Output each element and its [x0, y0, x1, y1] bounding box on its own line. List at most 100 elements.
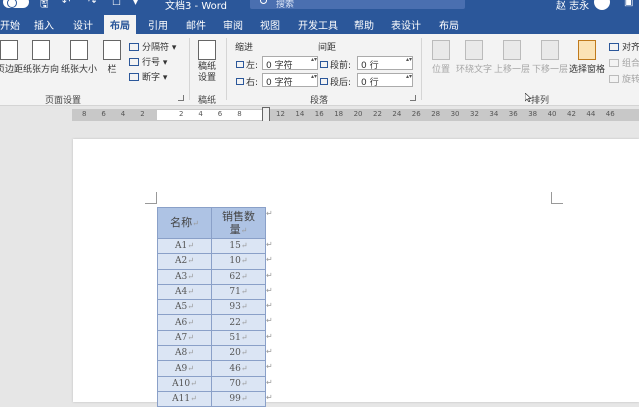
table-row: A9↵ 46↵: [157, 360, 266, 377]
name-cell[interactable]: A7↵: [157, 329, 212, 347]
page-corner-mark: [145, 192, 157, 204]
position-icon: [432, 40, 450, 60]
mouse-cursor-icon: [525, 93, 532, 102]
line-numbers-icon: [129, 58, 139, 66]
end-of-row-mark: ↵: [266, 332, 273, 341]
tab-2[interactable]: 设计: [73, 17, 93, 32]
ruler-tick-label: 6: [101, 110, 106, 118]
align-icon: [609, 43, 619, 51]
hyphenation-button[interactable]: 断字 ▾: [129, 70, 167, 83]
customize-qat-icon[interactable]: ▾: [133, 0, 138, 8]
draft-group-label: 稿纸: [198, 96, 217, 106]
horizontal-ruler[interactable]: 8 6 4 2 2 4 6 8 12 14 16 18 20 22 24 26 28 30 32 34 36 38 40 42…: [72, 107, 639, 123]
spacing-before-label: 段前:: [320, 58, 351, 71]
ruler-tick-label: 14: [295, 110, 305, 118]
page-setup-launcher-icon[interactable]: [178, 95, 184, 101]
send-backward-icon: [541, 40, 559, 60]
name-cell[interactable]: A3↵: [157, 268, 212, 285]
touch-mode-icon[interactable]: ☐: [112, 0, 121, 8]
tab-5[interactable]: 邮件: [186, 17, 206, 32]
ruler-tick-label: 34: [489, 110, 499, 118]
bring-forward-button[interactable]: 上移一层: [494, 40, 530, 75]
ruler-tick-label: 20: [353, 110, 363, 118]
wrap-text-button[interactable]: 环绕文字: [456, 40, 492, 75]
name-cell[interactable]: A8↵: [157, 345, 212, 362]
table-header-cell[interactable]: 销售数 量↵: [211, 207, 266, 239]
page-corner-mark: [551, 192, 563, 204]
columns-button[interactable]: 栏: [102, 40, 122, 75]
indent-left-icon: [236, 61, 244, 68]
name-cell[interactable]: A2↵: [157, 253, 212, 270]
ribbon-display-icon[interactable]: ▣: [624, 0, 633, 8]
quantity-cell[interactable]: 20↵: [211, 345, 266, 362]
redo-icon[interactable]: ↷: [88, 0, 96, 8]
ruler-text-area: [157, 110, 267, 120]
name-cell[interactable]: A9↵: [157, 360, 212, 377]
name-cell[interactable]: A6↵: [157, 314, 212, 331]
spacing-after-input[interactable]: 0 行: [357, 73, 413, 88]
tab-6[interactable]: 审阅: [223, 17, 243, 32]
search-icon: [260, 0, 267, 4]
table-header-cell[interactable]: 名称↵: [157, 207, 212, 239]
indent-label: 缩进: [235, 43, 254, 53]
selection-pane-button[interactable]: 选择窗格: [569, 40, 605, 75]
quantity-cell[interactable]: 46↵: [211, 360, 266, 377]
tab-11[interactable]: 布局: [439, 17, 459, 32]
draft-settings-button[interactable]: 稿纸 设置: [194, 40, 220, 84]
name-cell[interactable]: A4↵: [157, 283, 212, 301]
search-box[interactable]: 搜索: [250, 0, 465, 10]
group-divider: [421, 38, 422, 100]
table-header-row: 名称↵ 销售数 量↵: [157, 207, 266, 239]
tab-1[interactable]: 插入: [34, 17, 54, 32]
align-button[interactable]: 对齐: [609, 40, 639, 53]
save-icon[interactable]: 🖫: [40, 0, 49, 12]
quantity-cell[interactable]: 15↵: [211, 237, 266, 255]
user-name[interactable]: 赵 志永: [556, 0, 589, 12]
orientation-icon: [32, 40, 50, 60]
tab-9[interactable]: 帮助: [354, 17, 374, 32]
name-cell[interactable]: A5↵: [157, 299, 212, 316]
quantity-cell[interactable]: 93↵: [211, 299, 266, 316]
ruler-tick-label: 38: [528, 110, 538, 118]
tab-4[interactable]: 引用: [148, 17, 168, 32]
ruler-tick-label: 30: [450, 110, 460, 118]
end-of-row-mark: ↵: [266, 209, 273, 218]
paper-size-button[interactable]: 纸张大小: [60, 40, 98, 75]
arrange-group-label: 排列: [531, 96, 550, 106]
undo-icon[interactable]: ↶: [62, 0, 70, 8]
avatar[interactable]: [594, 0, 610, 10]
margins-button[interactable]: 页边距: [0, 40, 23, 75]
line-numbers-button[interactable]: 行号 ▾: [129, 55, 167, 68]
quantity-cell[interactable]: 10↵: [211, 253, 266, 270]
name-cell[interactable]: A1↵: [157, 237, 212, 255]
quantity-cell[interactable]: 70↵: [211, 375, 266, 392]
end-of-row-mark: ↵: [266, 316, 273, 325]
quantity-cell[interactable]: 71↵: [211, 283, 266, 301]
group-button[interactable]: 组合: [609, 56, 639, 69]
tab-0[interactable]: 开始: [0, 17, 20, 32]
name-cell[interactable]: A11↵: [157, 390, 212, 407]
tab-8[interactable]: 开发工具: [298, 17, 338, 32]
rotate-button[interactable]: 旋转: [609, 72, 639, 85]
table-row: A4↵ 71↵: [157, 283, 266, 301]
spacing-before-input[interactable]: 0 行: [357, 56, 413, 71]
send-backward-button[interactable]: 下移一层: [532, 40, 568, 75]
indent-right-input[interactable]: 0 字符: [262, 73, 318, 88]
quantity-cell[interactable]: 51↵: [211, 329, 266, 347]
indent-left-input[interactable]: 0 字符: [262, 56, 318, 71]
quantity-cell[interactable]: 22↵: [211, 314, 266, 331]
autosave-toggle[interactable]: [3, 0, 29, 8]
tab-10[interactable]: 表设计: [391, 17, 421, 32]
sales-table[interactable]: 名称↵ 销售数 量↵ A1↵ 15↵ A2↵ 10↵ A3↵ 62↵ A4↵ 71↵ A5↵ 93…: [157, 207, 266, 407]
group-icon: [609, 59, 619, 67]
paragraph-launcher-icon[interactable]: [410, 95, 416, 101]
tab-7[interactable]: 视图: [260, 17, 280, 32]
orientation-button[interactable]: 纸张方向: [22, 40, 60, 75]
quantity-cell[interactable]: 62↵: [211, 268, 266, 285]
breaks-button[interactable]: 分隔符 ▾: [129, 40, 176, 53]
quantity-cell[interactable]: 99↵: [211, 390, 266, 407]
name-cell[interactable]: A10↵: [157, 375, 212, 392]
position-button[interactable]: 位置: [428, 40, 454, 75]
tab-3[interactable]: 布局: [104, 15, 136, 34]
ruler-tick-label: 36: [508, 110, 518, 118]
